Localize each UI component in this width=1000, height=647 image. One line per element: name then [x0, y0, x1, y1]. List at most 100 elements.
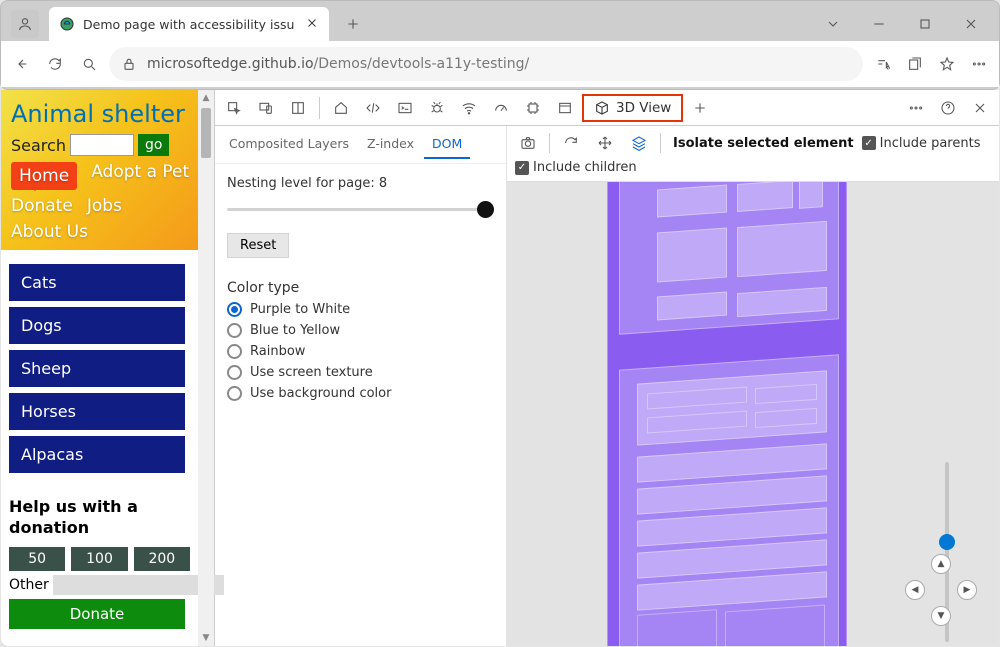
include-children-checkbox[interactable]: ✓Include children — [515, 160, 991, 175]
radio-icon — [227, 344, 242, 359]
star-icon — [939, 56, 955, 72]
3d-tabs: Composited Layers Z-index DOM — [215, 126, 506, 164]
3d-view-tab[interactable]: 3D View — [582, 94, 683, 122]
minimize-button[interactable] — [857, 9, 901, 39]
person-icon — [17, 16, 33, 32]
caret-button[interactable] — [811, 9, 855, 39]
category-list: Cats Dogs Sheep Horses Alpacas — [1, 250, 198, 487]
plus-icon — [345, 16, 361, 32]
category-alpacas[interactable]: Alpacas — [9, 436, 185, 473]
pan-button[interactable] — [592, 130, 618, 156]
read-aloud-button[interactable] — [869, 50, 897, 78]
device-tool[interactable] — [251, 93, 281, 123]
color-screen-texture[interactable]: Use screen texture — [227, 365, 494, 380]
search-input[interactable] — [70, 134, 134, 156]
back-button[interactable] — [7, 50, 35, 78]
profile-button[interactable] — [11, 10, 39, 38]
nesting-slider[interactable] — [227, 199, 494, 219]
elements-tool[interactable] — [358, 93, 388, 123]
tab-zindex[interactable]: Z-index — [359, 130, 422, 159]
color-background[interactable]: Use background color — [227, 386, 494, 401]
donate-button[interactable]: Donate — [9, 599, 185, 629]
maximize-button[interactable] — [903, 9, 947, 39]
reset-button[interactable]: Reset — [227, 233, 289, 258]
pan-up-button[interactable]: ▲ — [931, 554, 951, 574]
search-button[interactable] — [75, 50, 103, 78]
dock-icon — [290, 100, 306, 116]
category-dogs[interactable]: Dogs — [9, 307, 185, 344]
isolate-label: Isolate selected element — [673, 136, 854, 151]
3d-viewer-panel: Isolate selected element ✓Include parent… — [507, 126, 999, 646]
wifi-icon — [461, 100, 477, 116]
browser-chrome: Demo page with accessibility issu micros… — [0, 0, 1000, 90]
gauge-icon — [493, 100, 509, 116]
sources-tool[interactable] — [422, 93, 452, 123]
collections-button[interactable] — [901, 50, 929, 78]
pan-down-button[interactable]: ▼ — [931, 606, 951, 626]
plus-icon — [692, 100, 708, 116]
preset-50[interactable]: 50 — [9, 547, 65, 571]
pan-right-button[interactable]: ▶ — [957, 580, 977, 600]
dock-tool[interactable] — [283, 93, 313, 123]
network-tool[interactable] — [454, 93, 484, 123]
refresh-button[interactable] — [41, 50, 69, 78]
color-type-heading: Color type — [227, 280, 494, 296]
color-purple-white[interactable]: Purple to White — [227, 302, 494, 317]
snapshot-button[interactable] — [515, 130, 541, 156]
memory-tool[interactable] — [518, 93, 548, 123]
url-text: microsoftedge.github.io/Demos/devtools-a… — [147, 56, 529, 72]
category-cats[interactable]: Cats — [9, 264, 185, 301]
refresh-icon — [47, 56, 63, 72]
close-tab-icon[interactable] — [305, 16, 319, 33]
close-window-button[interactable] — [949, 9, 993, 39]
home-icon — [333, 100, 349, 116]
preset-100[interactable]: 100 — [71, 547, 127, 571]
include-parents-checkbox[interactable]: ✓Include parents — [862, 136, 981, 151]
checkbox-icon: ✓ — [862, 136, 876, 150]
pan-left-button[interactable]: ◀ — [905, 580, 925, 600]
category-sheep[interactable]: Sheep — [9, 350, 185, 387]
cube-icon — [594, 100, 610, 116]
inspect-tool[interactable] — [219, 93, 249, 123]
console-tool[interactable] — [390, 93, 420, 123]
zoom-handle[interactable] — [939, 534, 955, 550]
new-tab-button[interactable] — [339, 10, 367, 38]
scroll-down-icon[interactable]: ▼ — [198, 630, 214, 646]
welcome-tool[interactable] — [326, 93, 356, 123]
arrow-left-icon — [13, 56, 29, 72]
layers-button[interactable] — [626, 130, 652, 156]
close-devtools[interactable] — [965, 93, 995, 123]
performance-tool[interactable] — [486, 93, 516, 123]
nav-adopt[interactable]: Adopt a Pet — [91, 162, 189, 190]
go-button[interactable]: go — [138, 134, 169, 156]
3d-view-label: 3D View — [616, 100, 671, 116]
tab-dom[interactable]: DOM — [424, 130, 470, 159]
radio-icon — [227, 323, 242, 338]
color-blue-yellow[interactable]: Blue to Yellow — [227, 323, 494, 338]
more-tools[interactable] — [901, 93, 931, 123]
browser-tab[interactable]: Demo page with accessibility issu — [49, 7, 329, 41]
3d-viewport[interactable]: ▲ ▼ ◀ ▶ — [507, 182, 999, 646]
category-horses[interactable]: Horses — [9, 393, 185, 430]
app-icon — [557, 100, 573, 116]
preset-200[interactable]: 200 — [134, 547, 190, 571]
joystick: ▲ ▼ ◀ ▶ — [905, 554, 977, 626]
nav-donate[interactable]: Donate — [11, 196, 73, 216]
app-tool[interactable] — [550, 93, 580, 123]
nav-about[interactable]: About Us — [11, 222, 88, 242]
nav-home[interactable]: Home — [11, 162, 77, 190]
nav-jobs[interactable]: Jobs — [87, 196, 122, 216]
help-tool[interactable] — [933, 93, 963, 123]
inspect-icon — [226, 100, 242, 116]
page-title: Animal shelter — [11, 100, 190, 128]
scroll-thumb[interactable] — [201, 108, 211, 158]
page-scrollbar[interactable]: ▲ ▼ — [198, 90, 214, 646]
url-field[interactable]: microsoftedge.github.io/Demos/devtools-a… — [109, 47, 863, 81]
scroll-up-icon[interactable]: ▲ — [198, 90, 214, 106]
favorite-button[interactable] — [933, 50, 961, 78]
tab-composited[interactable]: Composited Layers — [221, 130, 357, 159]
color-rainbow[interactable]: Rainbow — [227, 344, 494, 359]
menu-button[interactable] — [965, 50, 993, 78]
add-tool[interactable] — [685, 93, 715, 123]
rotate-button[interactable] — [558, 130, 584, 156]
